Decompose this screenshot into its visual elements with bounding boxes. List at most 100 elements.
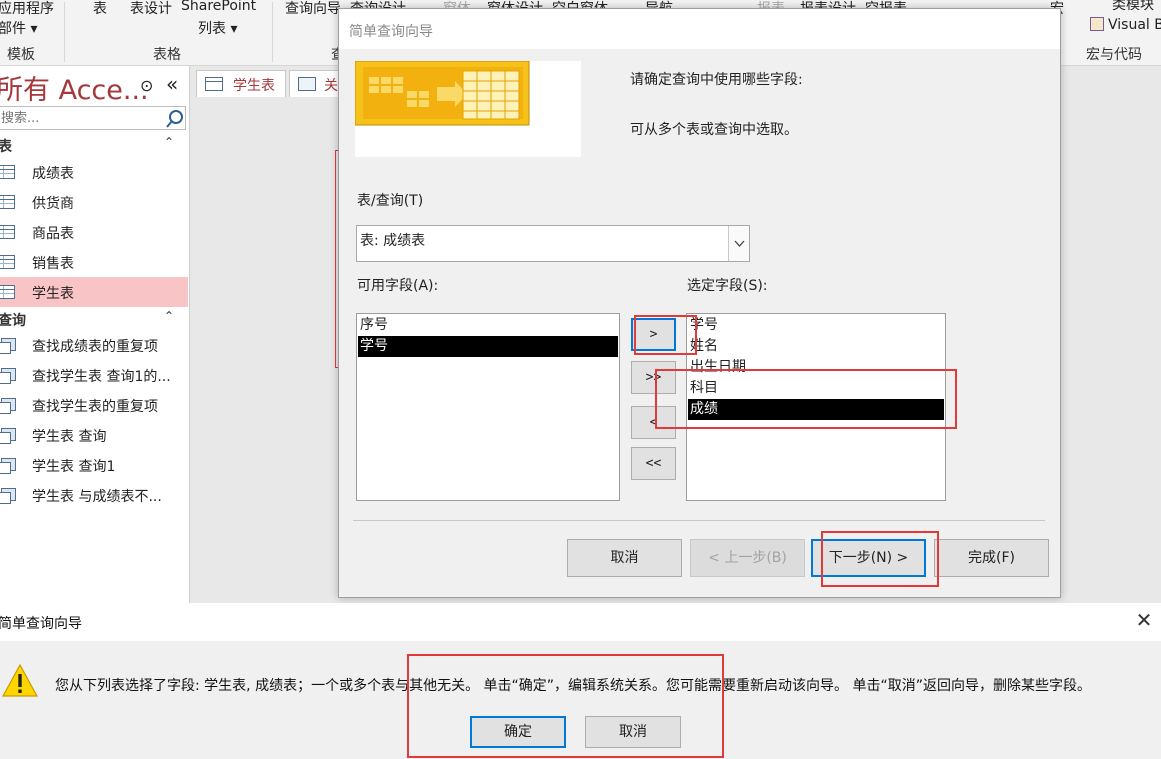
nav-item-label: 查找成绩表的重复项: [32, 339, 158, 355]
nav-query-item[interactable]: 查找成绩表的重复项: [0, 330, 188, 360]
table-icon: [0, 225, 15, 239]
nav-query-item[interactable]: 学生表 与成绩表不...: [0, 480, 188, 510]
wizard-cancel-button[interactable]: 取消: [567, 539, 682, 577]
table-icon: [205, 77, 223, 91]
tab-relationships[interactable]: 关: [289, 70, 339, 97]
available-fields-list[interactable]: 序号 学号: [356, 313, 620, 501]
visual-basic-button[interactable]: Visual B: [1090, 17, 1161, 33]
relationships-icon: [298, 77, 316, 91]
selected-fields-label: 选定字段(S):: [687, 278, 768, 294]
message-titlebar: 简单查询向导 ✕: [0, 603, 1161, 641]
remove-all-fields-button[interactable]: <<: [631, 447, 676, 480]
wizard-prompt: 请确定查询中使用哪些字段:: [630, 72, 803, 88]
message-text: 您从下列表选择了字段: 学生表, 成绩表；一个或多个表与其他无关。 单击“确定”…: [55, 678, 1091, 694]
remove-field-button[interactable]: <: [631, 406, 676, 439]
close-icon[interactable]: ✕: [1134, 610, 1154, 631]
sharepoint-lists-label: 列表 ▾: [198, 21, 238, 37]
nav-item-label: 商品表: [32, 226, 74, 242]
group-tables-label: 表格: [153, 47, 181, 63]
nav-item-label: 查找学生表 查询1的...: [32, 369, 171, 385]
query-icon: [0, 338, 16, 354]
nav-search-box: [0, 106, 186, 130]
nav-item-label: 销售表: [32, 256, 74, 272]
nav-item-label: 学生表: [32, 286, 74, 302]
finish-button[interactable]: 完成(F): [934, 539, 1049, 577]
back-button[interactable]: < 上一步(B): [690, 539, 805, 577]
tables-section-header[interactable]: 表 ⌃: [0, 134, 189, 156]
list-item[interactable]: 学号: [688, 315, 944, 336]
list-item[interactable]: 姓名: [688, 336, 944, 357]
sharepoint-lists-button[interactable]: SharePoint: [181, 0, 256, 14]
divider: [353, 520, 1045, 521]
app-parts-label: 部件 ▾: [0, 21, 38, 37]
query-icon: [0, 368, 16, 384]
wizard-subprompt: 可从多个表或查询中选取。: [630, 122, 798, 138]
group-macros-label: 宏与代码: [1086, 47, 1142, 63]
visual-basic-icon: [1090, 17, 1104, 31]
add-all-fields-button[interactable]: >>: [631, 361, 676, 394]
selected-fields-list[interactable]: 学号 姓名 出生日期 科目 成绩: [686, 313, 946, 501]
nav-item-label: 学生表 查询1: [32, 459, 116, 475]
query-icon: [0, 488, 16, 504]
list-item[interactable]: 序号: [358, 315, 618, 336]
nav-item-label: 学生表 与成绩表不...: [32, 489, 162, 505]
ok-button[interactable]: 确定: [470, 716, 566, 748]
nav-query-item[interactable]: 查找学生表 查询1的...: [0, 360, 188, 390]
nav-table-item[interactable]: 商品表: [0, 217, 188, 247]
table-icon: [0, 255, 15, 269]
nav-query-item[interactable]: 学生表 查询: [0, 420, 188, 450]
chevron-up-icon[interactable]: ⌃: [164, 135, 174, 149]
list-item[interactable]: 出生日期: [688, 357, 944, 378]
search-icon[interactable]: [164, 108, 186, 129]
wizard-titlebar: 简单查询向导: [339, 9, 1060, 49]
chevron-up-icon[interactable]: ⌃: [164, 309, 174, 323]
class-module-button[interactable]: 类模块: [1112, 0, 1154, 14]
collapse-icon[interactable]: «: [166, 72, 178, 96]
list-item-selected[interactable]: 成绩: [688, 399, 944, 420]
nav-table-item[interactable]: 供货商: [0, 187, 188, 217]
dropdown-button[interactable]: [728, 226, 749, 261]
table-query-label: 表/查询(T): [357, 193, 424, 209]
table-design-button[interactable]: 表设计: [130, 0, 172, 18]
table-query-dropdown[interactable]: 表: 成绩表: [356, 225, 750, 262]
warning-message-box: 简单查询向导 ✕ 您从下列表选择了字段: 学生表, 成绩表；一个或多个表与其他无…: [0, 603, 1161, 759]
message-body: 您从下列表选择了字段: 学生表, 成绩表；一个或多个表与其他无关。 单击“确定”…: [0, 641, 1161, 759]
search-input[interactable]: [0, 107, 161, 129]
table-icon: [0, 195, 15, 209]
ribbon-divider: [272, 2, 273, 62]
group-templates-label: 模板: [7, 47, 35, 63]
nav-pane-title[interactable]: 所有 Acce...: [0, 68, 149, 107]
tab-label: 关: [324, 78, 338, 94]
app-parts-button[interactable]: 应用程序: [0, 0, 54, 18]
wizard-title: 简单查询向导: [349, 24, 433, 40]
tab-label: 学生表: [233, 78, 275, 94]
available-fields-label: 可用字段(A):: [357, 278, 439, 294]
query-wizard-button[interactable]: 查询向导: [285, 0, 341, 18]
chevron-down-icon: [734, 240, 745, 247]
ribbon-divider: [64, 2, 65, 62]
nav-item-label: 学生表 查询: [32, 429, 107, 445]
nav-table-item[interactable]: 销售表: [0, 247, 188, 277]
chevron-down-icon: ▾: [230, 21, 238, 37]
add-field-button[interactable]: >: [631, 318, 676, 351]
table-button[interactable]: 表: [93, 0, 107, 18]
nav-item-label: 成绩表: [32, 166, 74, 182]
nav-table-item[interactable]: 成绩表: [0, 157, 188, 187]
nav-query-item[interactable]: 查找学生表的重复项: [0, 390, 188, 420]
tab-student-table[interactable]: 学生表: [196, 70, 286, 97]
nav-query-item[interactable]: 学生表 查询1: [0, 450, 188, 480]
wizard-illustration-icon: [354, 60, 530, 126]
list-item[interactable]: 科目: [688, 378, 944, 399]
queries-section-header[interactable]: 查询 ⌃: [0, 308, 189, 330]
message-cancel-button[interactable]: 取消: [585, 716, 681, 748]
query-icon: [0, 398, 16, 414]
simple-query-wizard-dialog: 简单查询向导 请确定查询中使用哪些字段: 可从多个表或查询中选取。 表/查询(T…: [338, 8, 1061, 598]
query-icon: [0, 428, 16, 444]
list-item-selected[interactable]: 学号: [358, 336, 618, 357]
chevron-down-icon: ▾: [30, 21, 38, 37]
nav-table-item-selected[interactable]: 学生表: [0, 277, 188, 307]
table-query-value: 表: 成绩表: [360, 233, 426, 249]
table-icon: [0, 285, 15, 299]
next-button[interactable]: 下一步(N) >: [811, 539, 926, 577]
nav-dropdown-icon[interactable]: ⊙: [140, 76, 153, 95]
